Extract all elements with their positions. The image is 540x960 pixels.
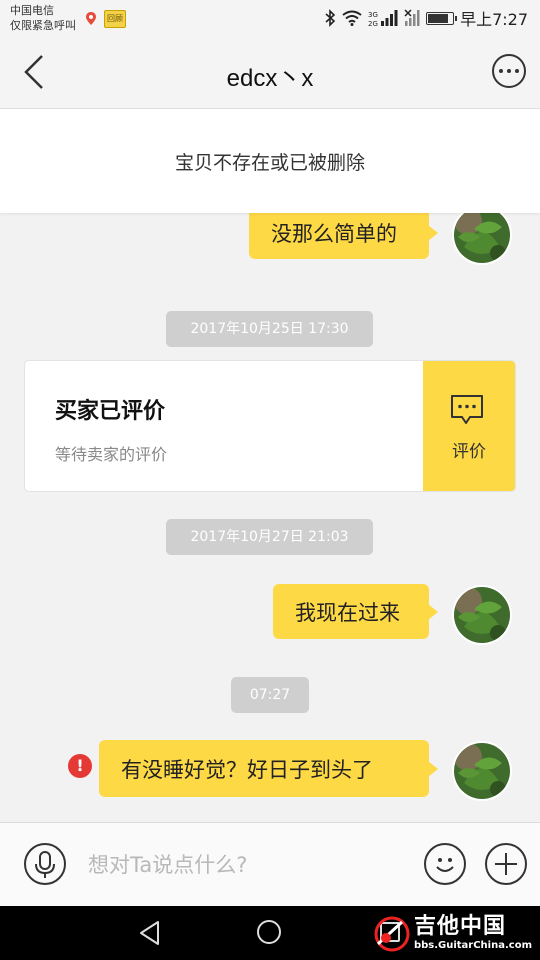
avatar[interactable]	[452, 585, 512, 645]
add-button[interactable]	[485, 843, 527, 885]
more-icon-dot	[507, 69, 511, 73]
page-title: edcx丶x	[226, 65, 314, 92]
nav-home-button[interactable]	[257, 920, 281, 944]
svg-text:2G: 2G	[368, 20, 378, 27]
carrier-name: 中国电信	[10, 4, 54, 17]
message-bubble[interactable]: 没那么简单的	[249, 213, 438, 259]
signal-icon: 3G 2G	[368, 10, 398, 27]
emoji-button[interactable]	[424, 843, 466, 885]
chat-header: edcx丶x	[0, 36, 540, 109]
location-pin-icon	[86, 12, 96, 25]
message-input[interactable]: 想对Ta说点什么?	[88, 845, 408, 885]
chevron-left-icon	[24, 55, 43, 89]
back-button[interactable]	[14, 52, 54, 92]
avatar-image	[454, 743, 510, 799]
microphone-icon	[35, 851, 55, 878]
review-button-label: 评价	[452, 442, 486, 462]
app-notification-icon: 回顾	[104, 10, 126, 28]
avatar-image	[454, 587, 510, 643]
status-icons: 3G 2G 早上7:27	[324, 6, 528, 30]
message-timestamp: 2017年10月25日 17:30	[166, 311, 373, 347]
avatar-image	[454, 213, 510, 263]
message-timestamp: 2017年10月27日 21:03	[166, 519, 373, 555]
more-button[interactable]	[492, 54, 526, 88]
more-icon-dot	[499, 69, 503, 73]
watermark-url: bbs.GuitarChina.com	[413, 939, 532, 951]
carrier-info: 中国电信 仅限紧急呼叫	[10, 3, 76, 33]
review-button[interactable]: 评价	[423, 361, 515, 491]
message-input-bar: 想对Ta说点什么?	[0, 822, 540, 907]
item-deleted-notice: 宝贝不存在或已被删除	[0, 109, 540, 213]
battery-icon	[426, 11, 458, 25]
message-bubble[interactable]: 有没睡好觉？好日子到头了	[99, 740, 438, 797]
voice-button[interactable]	[24, 843, 66, 885]
more-icon-dot	[515, 69, 519, 73]
watermark-name: 吉他中国	[413, 913, 506, 939]
wifi-icon	[342, 10, 362, 26]
guitarchina-logo-icon	[374, 916, 410, 952]
status-bar: 中国电信 仅限紧急呼叫 回顾 3G 2G 早上7:27	[0, 0, 540, 36]
smiley-icon	[436, 858, 454, 872]
send-failed-icon[interactable]: !	[68, 754, 92, 778]
plus-icon	[495, 853, 517, 875]
svg-text:3G: 3G	[368, 11, 378, 19]
comment-icon	[451, 395, 483, 424]
review-card-title: 买家已评价	[55, 399, 166, 424]
no-signal-icon	[404, 9, 420, 26]
message-list[interactable]: 没那么简单的 2017年10月25日 17:30 买家已评价 等待卖家的评价 评…	[0, 213, 540, 822]
message-timestamp: 07:27	[231, 677, 309, 713]
review-card[interactable]: 买家已评价 等待卖家的评价 评价	[24, 360, 516, 492]
avatar[interactable]	[452, 741, 512, 801]
nav-back-button[interactable]	[138, 920, 162, 946]
system-navigation-bar: 吉他中国 bbs.GuitarChina.com	[0, 906, 540, 960]
emergency-only-label: 仅限紧急呼叫	[10, 19, 76, 32]
avatar[interactable]	[452, 213, 512, 265]
bluetooth-icon	[325, 9, 336, 27]
watermark: 吉他中国 bbs.GuitarChina.com	[372, 910, 532, 956]
clock: 早上7:27	[460, 10, 528, 29]
review-card-subtitle: 等待卖家的评价	[55, 445, 168, 464]
message-bubble[interactable]: 我现在过来	[273, 584, 438, 639]
